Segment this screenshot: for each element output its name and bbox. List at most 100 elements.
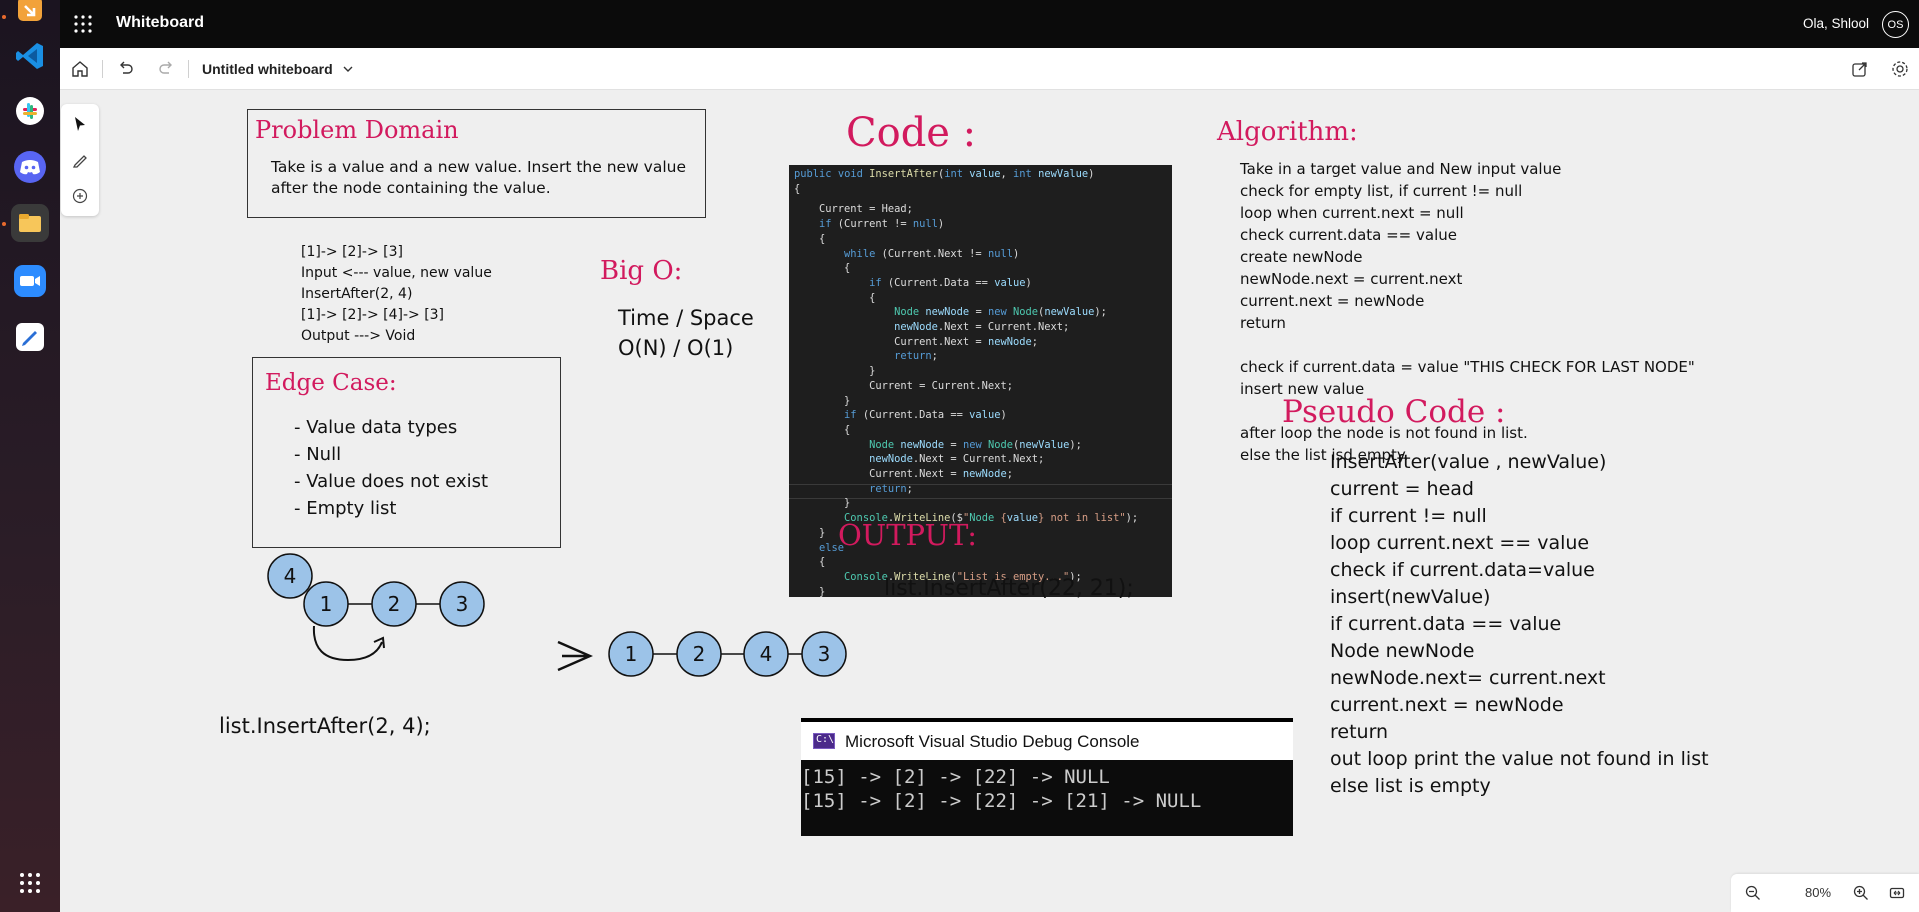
big-o-line: O(N) / O(1) <box>618 336 734 360</box>
code-line: Node newNode = new Node(newValue); <box>869 438 1082 451</box>
example-line: InsertAfter(2, 4) <box>301 286 413 302</box>
pseudo-code-line: loop current.next == value <box>1330 532 1590 554</box>
vscode-icon[interactable] <box>11 37 49 75</box>
chevron-down-icon[interactable] <box>336 57 360 81</box>
user-name: Ola, Shlool <box>1802 16 1869 31</box>
zoom-level[interactable]: 80% <box>1805 885 1831 900</box>
console-titlebar: C:\ Microsoft Visual Studio Debug Consol… <box>801 722 1293 760</box>
pseudo-code-line: else list is empty <box>1330 775 1491 797</box>
pseudo-code-line: current = head <box>1330 478 1474 500</box>
home-icon[interactable] <box>68 57 92 81</box>
algorithm-line: create newNode <box>1240 248 1363 266</box>
redo-icon[interactable] <box>154 57 178 81</box>
zoom-out-icon[interactable] <box>1741 881 1765 905</box>
tool-rail <box>61 104 99 216</box>
problem-domain-box[interactable]: Problem Domain Take is a value and a new… <box>247 109 706 218</box>
divider <box>188 60 189 78</box>
before-node-label: 1 <box>320 592 333 616</box>
algorithm-title: Algorithm: <box>1217 117 1358 147</box>
example-line: [1]-> [2]-> [4]-> [3] <box>301 307 445 323</box>
whiteboard-canvas[interactable]: Problem Domain Take is a value and a new… <box>60 90 1919 912</box>
algorithm-line: return <box>1240 314 1286 332</box>
whiteboard-app-icon[interactable] <box>11 318 49 356</box>
edge-case-item: - Value does not exist <box>294 471 489 492</box>
diagram-call: list.InsertAfter(2, 4); <box>219 714 431 738</box>
code-line: Current = Head; <box>794 203 913 216</box>
pseudo-code-line: out loop print the value not found in li… <box>1330 748 1709 770</box>
example-line: Output ---> Void <box>301 328 416 344</box>
document-title[interactable]: Untitled whiteboard <box>202 61 333 77</box>
app-title[interactable]: Whiteboard <box>116 14 204 32</box>
divider <box>102 60 103 78</box>
big-o-line: Time / Space <box>618 306 754 330</box>
output-call: list.InsertAfter(22, 21); <box>884 576 1134 601</box>
zoom-controls: 80% <box>1731 874 1919 912</box>
console-output-line: [15] -> [2] -> [22] -> NULL <box>801 766 1110 788</box>
code-line: newNode.Next = Current.Next; <box>894 321 1070 333</box>
pseudo-code-line: return <box>1330 721 1389 743</box>
code-line: if (Current != null) <box>819 218 945 231</box>
algorithm-line: check for empty list, if current != null <box>1240 182 1523 200</box>
app-header: Whiteboard Ola, Shlool OS <box>60 0 1919 48</box>
code-line: { <box>794 182 801 195</box>
pseudo-code-line: current.next = newNode <box>1330 694 1564 716</box>
code-line: { <box>794 262 851 275</box>
code-line: if (Current.Data == value) <box>869 276 1032 289</box>
big-o-title: Big O: <box>600 256 683 286</box>
code-line: Node newNode = new Node(newValue); <box>894 306 1107 319</box>
after-node-label: 1 <box>625 642 638 666</box>
active-app-indicator <box>2 15 6 19</box>
pseudo-code-title: Pseudo Code : <box>1282 394 1506 430</box>
app-grid-icon[interactable] <box>11 864 49 902</box>
undo-icon[interactable] <box>114 57 138 81</box>
console-title: Microsoft Visual Studio Debug Console <box>845 732 1140 751</box>
pseudo-code-line: if current.data == value <box>1330 613 1562 635</box>
command-bar: Untitled whiteboard <box>60 48 1919 90</box>
pseudo-code-line: InsertAfter(value , newValue) <box>1330 451 1607 473</box>
console-app-icon: C:\ <box>813 733 835 749</box>
before-node-label: 2 <box>388 592 401 616</box>
fit-to-screen-icon[interactable] <box>1885 881 1909 905</box>
file-explorer-icon[interactable] <box>11 204 49 242</box>
select-pointer-icon[interactable] <box>68 112 92 136</box>
code-line: { <box>794 232 826 245</box>
os-taskbar <box>0 0 60 912</box>
linked-list-diagram[interactable]: 4 1 2 3 1 2 4 3 <box>200 510 860 710</box>
algorithm-line: check current.data == value <box>1240 226 1457 244</box>
slack-icon[interactable] <box>11 92 49 130</box>
code-line: return; <box>869 482 913 495</box>
code-line: newNode.Next = Current.Next; <box>869 453 1045 466</box>
algorithm-line: check if current.data = value "THIS CHEC… <box>1240 358 1695 376</box>
zoom-in-icon[interactable] <box>1849 881 1873 905</box>
settings-gear-icon[interactable] <box>1888 57 1912 81</box>
code-line: { <box>794 423 851 436</box>
after-node-label: 3 <box>818 642 831 666</box>
code-line: return; <box>894 350 938 363</box>
app-launcher-icon[interactable] <box>74 15 92 33</box>
add-icon[interactable] <box>68 184 92 208</box>
code-line: if (Current.Data == value) <box>844 409 1007 422</box>
pseudo-code-line: insert(newValue) <box>1330 586 1491 608</box>
example-line: [1]-> [2]-> [3] <box>301 244 403 260</box>
algorithm-line: Take in a target value and New input val… <box>1240 160 1562 178</box>
new-node-label: 4 <box>284 564 297 588</box>
zoom-app-icon[interactable] <box>11 262 49 300</box>
code-line: public void InsertAfter(int value, int n… <box>794 168 1095 180</box>
code-line: } <box>794 394 851 407</box>
problem-domain-line: after the node containing the value. <box>271 179 551 197</box>
algorithm-line: current.next = newNode <box>1240 292 1425 310</box>
pen-icon[interactable] <box>68 148 92 172</box>
algorithm-line: loop when current.next = null <box>1240 204 1464 222</box>
download-app-icon[interactable] <box>11 0 49 28</box>
before-node-label: 3 <box>456 592 469 616</box>
transform-arrow-icon <box>557 640 593 672</box>
discord-icon[interactable] <box>11 148 49 186</box>
example-line: Input <--- value, new value <box>301 265 492 281</box>
debug-console-screenshot[interactable]: C:\ Microsoft Visual Studio Debug Consol… <box>801 718 1293 836</box>
pseudo-code-line: Node newNode <box>1330 640 1475 662</box>
avatar[interactable]: OS <box>1882 11 1909 38</box>
edge-case-item: - Null <box>294 444 342 465</box>
after-node-label: 2 <box>693 642 706 666</box>
code-line: Current.Next = newNode; <box>794 468 1013 480</box>
share-icon[interactable] <box>1848 57 1872 81</box>
